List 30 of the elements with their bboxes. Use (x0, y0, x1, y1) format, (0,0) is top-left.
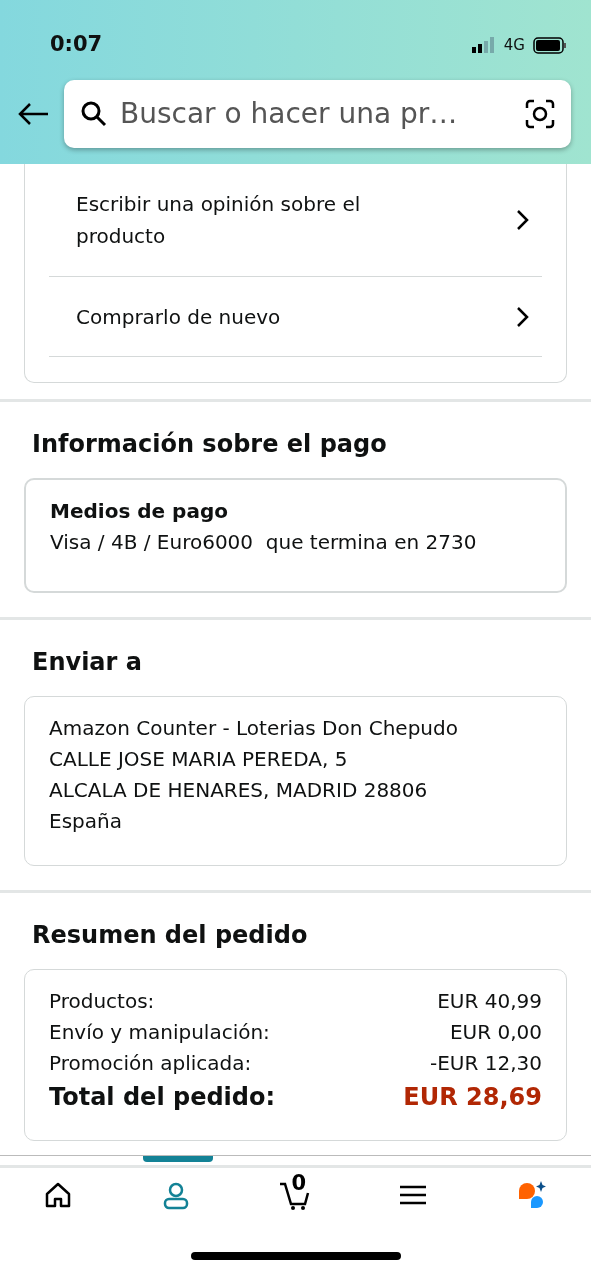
selected-indicator (143, 1156, 214, 1162)
payment-method-title: Medios de pago (50, 498, 229, 525)
section-title: Información sobre el pago (31, 429, 388, 460)
section-title: Resumen del pedido (31, 920, 309, 951)
search-icon (80, 100, 108, 128)
summary-label: Promoción aplicada: (49, 1050, 252, 1077)
summary-label: Productos: (49, 988, 155, 1015)
payment-method-text: Visa / 4B / Euro6000 que termina en 2730 (50, 529, 478, 556)
summary-value: -EUR 12,30 (430, 1050, 542, 1077)
chevron-right-icon (516, 209, 530, 231)
camera-scan-icon[interactable] (525, 99, 555, 129)
cart-count: 0 (291, 1170, 307, 1197)
summary-label: Total del pedido: (49, 1082, 276, 1113)
action-row[interactable]: Comprarlo de nuevo (49, 277, 542, 357)
chevron-right-icon (516, 305, 530, 328)
search-bar[interactable]: Buscar o hacer una pr… (64, 80, 571, 148)
nav-tab[interactable]: 0 (236, 1156, 355, 1236)
summary-value: EUR 40,99 (437, 988, 542, 1015)
summary-label: Envío y manipulación: (49, 1019, 270, 1046)
signal-icon (471, 37, 496, 53)
shipping-address: Amazon Counter - Loterias Don Chepudo CALLE JOSE MARIA PEREDA, 5 ALCALA DE HENARES, MADRID 28806 España (49, 715, 459, 835)
action-row[interactable]: Escribir una opinión sobre el producto (49, 164, 542, 277)
search-field[interactable]: Buscar o hacer una pr… (120, 93, 513, 135)
battery-icon (533, 36, 567, 54)
summary-value: EUR 28,69 (403, 1082, 542, 1113)
summary-value: EUR 0,00 (449, 1019, 542, 1046)
network-label: 4G (503, 34, 525, 56)
status-time: 0:07 (50, 31, 103, 59)
section-title: Enviar a (31, 647, 143, 678)
back-arrow-icon[interactable] (18, 102, 50, 126)
